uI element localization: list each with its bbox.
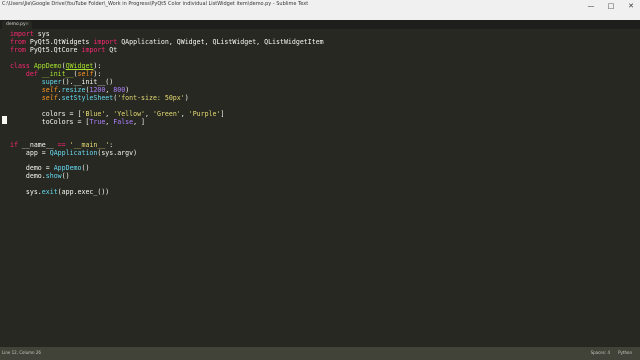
window-title: C:\Users\Jie\Google Drive\YouTube Folder…	[2, 1, 309, 7]
method-token: setStyleSheet	[61, 94, 114, 102]
code-line-19: demo.show()	[10, 171, 70, 183]
code-line-12: toColors = [True, False, ]	[10, 117, 145, 129]
code-token: ]	[220, 110, 225, 118]
code-token: demo.	[25, 172, 46, 180]
code-token: ,	[145, 110, 153, 118]
method-token: show	[45, 172, 62, 180]
string-token: 'Purple'	[188, 110, 221, 118]
code-area[interactable]: import sys from PyQt5.QtWidgets import Q…	[10, 29, 632, 347]
code-token: (sys.argv)	[97, 149, 138, 157]
status-indentation[interactable]: Spaces: 4	[591, 350, 610, 355]
code-token: PyQt5.QtCore	[25, 46, 82, 54]
constant-token: False	[113, 118, 134, 126]
code-token: QApplication, QWidget, QListWidget, QLis…	[117, 38, 324, 46]
code-line-16: app = QApplication(sys.argv)	[10, 148, 137, 160]
self-token: self	[41, 94, 58, 102]
string-token: 'font-size: 50px'	[117, 94, 185, 102]
status-syntax[interactable]: Python	[618, 350, 632, 355]
code-line-3: from PyQt5.QtCore import Qt	[10, 45, 117, 57]
tab-strip: demo.py ×	[0, 20, 640, 29]
code-token: sys.	[25, 188, 42, 196]
code-token: toColors = [	[41, 118, 90, 126]
code-token: ,	[180, 110, 189, 118]
code-token: ()	[61, 172, 70, 180]
constant-token: True	[89, 118, 106, 126]
method-token: exit	[41, 188, 58, 196]
tab-label: demo.py	[6, 22, 26, 27]
function-call-token: QApplication	[49, 149, 98, 157]
status-bar: Line 12, Column 26 Spaces: 4 Python	[0, 347, 640, 360]
code-token: ()	[81, 164, 90, 172]
tab-demo-py[interactable]: demo.py ×	[2, 21, 32, 29]
tab-close-icon[interactable]: ×	[25, 22, 29, 27]
text-cursor	[2, 116, 7, 124]
code-line-21: sys.exit(app.exec_())	[10, 187, 109, 199]
string-token: 'Green'	[152, 110, 181, 118]
close-button[interactable]: ✕	[624, 0, 638, 12]
code-line-9: self.setStyleSheet('font-size: 50px')	[10, 93, 189, 105]
keyword-token: import	[81, 46, 106, 54]
status-cursor-position[interactable]: Line 12, Column 26	[2, 350, 41, 355]
code-editor[interactable]: import sys from PyQt5.QtWidgets import Q…	[0, 29, 640, 347]
code-token: , ]	[133, 118, 146, 126]
code-token: Qt	[105, 46, 118, 54]
keyword-token: from	[10, 46, 26, 54]
sublime-window: C:\Users\Jie\Google Drive\YouTube Folder…	[0, 0, 640, 360]
code-token: )	[184, 94, 189, 102]
minimize-button[interactable]: —	[584, 0, 598, 12]
code-token: app =	[25, 149, 50, 157]
maximize-button[interactable]: □	[604, 0, 618, 12]
menu-bar: File Edit Selection Find View Goto Tools…	[0, 12, 640, 29]
code-token: (app.exec_())	[57, 188, 110, 196]
